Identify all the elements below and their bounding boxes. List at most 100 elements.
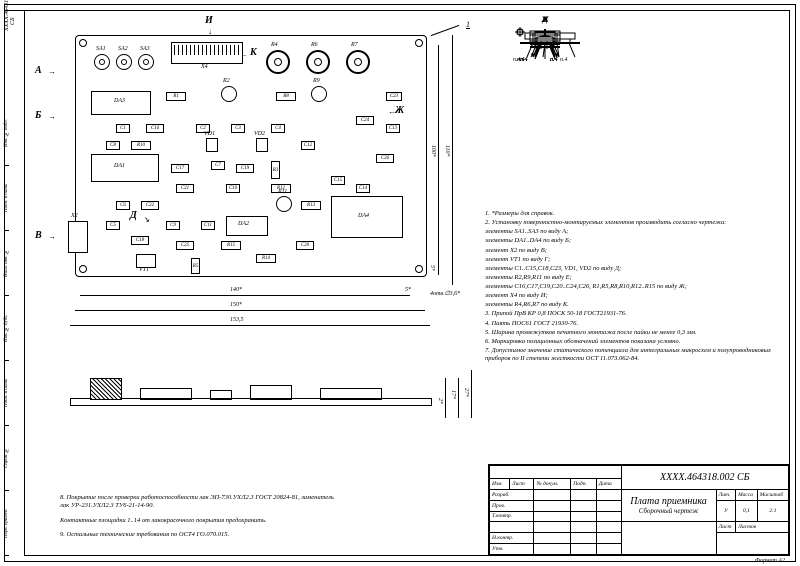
comp-R6 — [306, 50, 330, 74]
side-comp — [140, 388, 192, 400]
comp-C23: C23 — [386, 92, 402, 101]
label: SA3 — [140, 46, 150, 52]
dim-sv2: 17* — [450, 390, 456, 399]
dim-h2: 110* — [444, 145, 450, 157]
tb-cell: № докум. — [534, 479, 571, 490]
comp-R9 — [311, 86, 327, 102]
dim-w1: 140* — [230, 287, 242, 293]
section-mark-A: А — [35, 65, 42, 76]
comp-VT1 — [136, 254, 156, 268]
note: элементы C16,C17,C19,C20..C24,C26, R1,R5… — [485, 283, 785, 291]
view-title: К — [542, 15, 547, 24]
comp-C22: C22 — [141, 201, 159, 210]
comp-R5: R5 — [191, 258, 200, 274]
tb-cell: Утв. — [490, 544, 534, 555]
label: R6 — [311, 42, 318, 48]
mounting-hole — [79, 265, 87, 273]
note: 4. Паять ПОС61 ГОСТ 21930-76. — [485, 320, 785, 328]
comp-R1: R1 — [166, 92, 186, 101]
format-label: Формат А2 — [755, 558, 785, 564]
comp-SA3 — [138, 54, 154, 70]
label: DA1 — [114, 163, 125, 169]
comp-C13: C13 — [386, 124, 400, 133]
technical-notes: 1. *Размеры для справок. 2. Установку по… — [485, 210, 785, 364]
comp-X4 — [171, 42, 243, 64]
comp-C12: C12 — [301, 141, 315, 150]
margin-cell: Подп. и дата — [4, 361, 9, 426]
tb-cell: Изм — [490, 479, 510, 490]
tb-cell: Т.контр. — [490, 511, 534, 522]
drawing-subtitle: Сборочный чертеж — [624, 507, 714, 515]
margin-cell: Инв. № подл. — [4, 101, 9, 166]
note: элементы DA1..DA4 по виду Б; — [485, 237, 785, 245]
view-K: К п.4 п.4 — [505, 15, 585, 70]
dim-line — [75, 310, 425, 311]
comp-R14: R14 — [256, 254, 276, 263]
comp-C3: C3 — [231, 124, 245, 133]
tb-cell: Н.контр. — [490, 533, 534, 544]
tb-cell: Лист — [716, 522, 736, 533]
note: 3. Припой ПрВ КР 0,8 ПОСК 50-18 ГОСТ2193… — [485, 310, 785, 318]
comp-SA2 — [116, 54, 132, 70]
label: R11 — [278, 189, 287, 195]
dim-w2: 150* — [230, 302, 242, 308]
section-mark-I: И — [205, 15, 213, 26]
view-note: п.4 — [520, 57, 528, 63]
comp-C18: C18 — [131, 236, 149, 245]
margin-cell: Взам. инв. № — [4, 231, 9, 296]
comp-C9: C9 — [166, 221, 180, 230]
dim-sv3: 27* — [463, 388, 469, 397]
label: SA1 — [96, 46, 106, 52]
bottom-notes: 8. Покрытие после проверки работоспособн… — [60, 488, 340, 547]
note: элементы R4,R6,R7 по виду К. — [485, 301, 785, 309]
comp-C25: C25 — [176, 241, 194, 250]
dim-line — [452, 35, 453, 285]
view-note: п.4 — [550, 57, 558, 63]
dim-w3: 153,5 — [230, 317, 244, 323]
margin-cell: Подп. и дата — [4, 166, 9, 231]
comp-DA1 — [91, 154, 159, 182]
comp-R13: R13 — [301, 201, 321, 210]
margin-cell: Перв. примен. — [4, 491, 9, 556]
title-block: ХХХХ.464318.002 СБ Изм Лист № докум. Под… — [488, 464, 790, 556]
comp-R8: R8 — [276, 92, 296, 101]
comp-C8: C8 — [106, 141, 120, 150]
label: R4 — [271, 42, 278, 48]
comp-R2 — [221, 86, 237, 102]
label: R7 — [351, 42, 358, 48]
comp-C6: C6 — [116, 201, 130, 210]
mounting-hole — [79, 39, 87, 47]
drawing-sheet: ХХХХ.464318.002 СБ Инв. № подл. Подп. и … — [0, 0, 800, 566]
side-comp — [210, 390, 232, 400]
label: X4 — [201, 64, 208, 70]
tb-cell: Масштаб — [757, 489, 788, 500]
pcb-outline: SA1 SA2 SA3 X4 R4 R6 R7 DA3 R1 R2 R8 R9 … — [75, 35, 427, 277]
dim-h1: 100* — [430, 145, 436, 157]
label: SA2 — [118, 46, 128, 52]
comp-R4 — [266, 50, 290, 74]
label: DA4 — [358, 213, 369, 219]
comp-C7: C7 — [211, 161, 225, 170]
label: VD1 — [204, 131, 215, 137]
note: элементы R2,R9,R11 по виду Е; — [485, 274, 785, 282]
margin-cell: Инв. № дубл. — [4, 296, 9, 361]
label: R2 — [223, 78, 230, 84]
comp-R11 — [276, 196, 292, 212]
margin-cell: Справ. № — [4, 426, 9, 491]
note: 8. Покрытие после проверки работоспособн… — [60, 494, 340, 510]
note: 7. Допустимое значение статического поте… — [485, 347, 785, 363]
comp-C5: C5 — [106, 221, 120, 230]
tb-cell: Листов — [736, 522, 789, 533]
comp-C21: C21 — [176, 184, 194, 193]
note: элементы C1..C15,C18,C23, VD1, VD2 по ви… — [485, 265, 785, 273]
side-comp — [250, 385, 292, 400]
pcb-top-view: А → Б → В → Д ↘ И ↓ К ← Ж ← SA1 SA2 SA3 — [30, 15, 470, 355]
side-comp — [320, 388, 382, 400]
tb-cell: Масса — [736, 489, 758, 500]
dim-line — [445, 378, 446, 418]
comp-C16: C16 — [146, 124, 164, 133]
dim-line — [471, 370, 472, 418]
section-mark-B: Б — [35, 110, 41, 121]
label: DA3 — [114, 98, 125, 104]
comp-C10: C10 — [226, 184, 240, 193]
